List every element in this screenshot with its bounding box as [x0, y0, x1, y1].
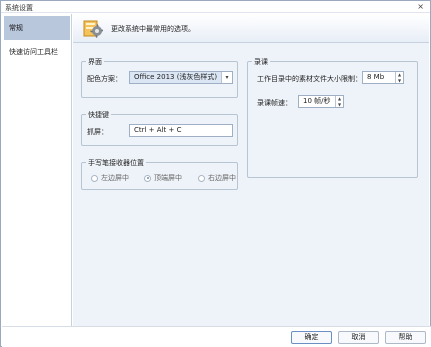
help-button[interactable]: 帮助 [385, 331, 426, 344]
stepper-buttons[interactable]: ▲ ▼ [335, 96, 343, 107]
title-bar: 系统设置 × [1, 1, 430, 13]
radio-label: 右边屏中 [208, 174, 236, 182]
radio-right-center[interactable]: 右边屏中 [198, 173, 236, 183]
window-title: 系统设置 [5, 4, 33, 12]
dialog-footer: 确定 取消 帮助 [2, 326, 431, 347]
capture-hotkey-input[interactable]: Ctrl + Alt + C [129, 124, 233, 137]
radio-indicator [91, 174, 98, 182]
recording-group-title: 录课 [252, 57, 270, 67]
sidebar-item-general[interactable]: 常规 [4, 16, 70, 40]
radio-indicator [144, 174, 151, 182]
cancel-button[interactable]: 取消 [338, 331, 379, 344]
content-header: 更改系统中最常用的选项。 [73, 14, 429, 43]
max-size-label: 工作目录中的素材文件大小限制： [257, 75, 362, 83]
ok-button[interactable]: 确定 [291, 331, 332, 344]
color-scheme-label: 配色方案： [87, 75, 122, 83]
color-scheme-value: Office 2013 (浅灰色样式) [134, 73, 218, 81]
radio-indicator [198, 174, 205, 182]
sidebar: 常规 快速访问工具栏 [2, 14, 72, 326]
max-size-value: 8 Mb [367, 73, 385, 81]
radio-label: 顶端屏中 [154, 174, 182, 182]
max-size-stepper[interactable]: 8 Mb ▲ ▼ [362, 71, 404, 84]
radio-left-center[interactable]: 左边屏中 [91, 173, 129, 183]
fps-label: 录课帧速： [257, 99, 292, 107]
radio-top-center[interactable]: 顶端屏中 [144, 173, 182, 183]
chevron-down-icon[interactable]: ▼ [396, 78, 403, 84]
handwriting-group-title: 手写笔接收器位置 [86, 158, 146, 168]
hotkey-group-title: 快捷键 [86, 110, 111, 120]
fps-value: 10 帧/秒 [303, 97, 331, 105]
stepper-buttons[interactable]: ▲ ▼ [395, 72, 403, 83]
settings-gear-icon [83, 20, 103, 38]
settings-dialog: 系统设置 × 常规 快速访问工具栏 更改系统中最常用的选项。 界面 配色方案： … [0, 0, 431, 347]
handwriting-receiver-group: 手写笔接收器位置 左边屏中 顶端屏中 右边屏中 [81, 158, 238, 190]
interface-group-title: 界面 [86, 57, 104, 67]
capture-label: 抓屏： [87, 128, 108, 136]
chevron-down-icon[interactable]: ▾ [221, 72, 232, 83]
settings-content: 更改系统中最常用的选项。 界面 配色方案： Office 2013 (浅灰色样式… [73, 14, 429, 326]
close-icon[interactable]: × [417, 2, 424, 11]
hotkey-group: 快捷键 抓屏： Ctrl + Alt + C [81, 110, 238, 146]
recording-group: 录课 工作目录中的素材文件大小限制： 8 Mb ▲ ▼ 录课帧速： 10 帧/秒… [247, 57, 418, 178]
radio-label: 左边屏中 [101, 174, 129, 182]
color-scheme-dropdown[interactable]: Office 2013 (浅灰色样式) ▾ [129, 71, 233, 84]
chevron-down-icon[interactable]: ▼ [336, 102, 343, 108]
sidebar-item-quick-access-toolbar[interactable]: 快速访问工具栏 [4, 40, 70, 64]
fps-stepper[interactable]: 10 帧/秒 ▲ ▼ [298, 95, 344, 108]
header-description: 更改系统中最常用的选项。 [111, 25, 195, 33]
interface-group: 界面 配色方案： Office 2013 (浅灰色样式) ▾ [81, 57, 238, 98]
